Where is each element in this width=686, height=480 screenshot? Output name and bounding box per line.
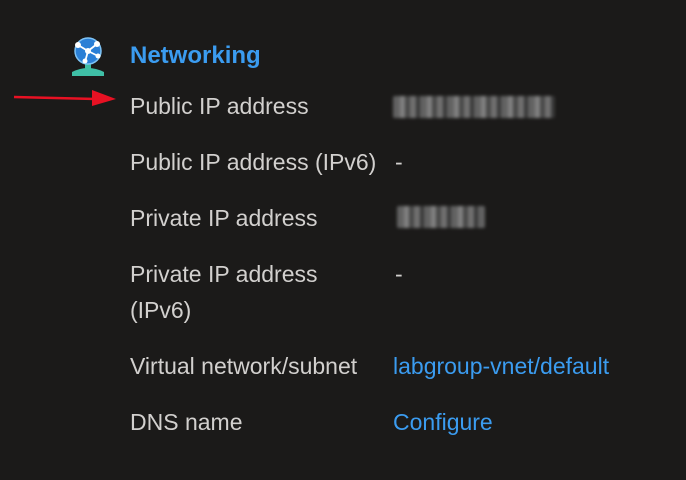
dns-name-label: DNS name: [130, 409, 243, 435]
vnet-subnet-link[interactable]: labgroup-vnet/default: [393, 348, 609, 384]
public-ip-value-redacted: [393, 96, 555, 118]
public-ipv6-value: -: [395, 149, 403, 175]
annotation-arrow-icon: [13, 90, 116, 106]
section-title: Networking: [130, 42, 261, 69]
public-ip-label: Public IP address: [130, 93, 309, 119]
private-ipv6-value: -: [395, 261, 403, 287]
public-ipv6-label: Public IP address (IPv6): [130, 149, 377, 175]
private-ipv6-label: Private IP address (IPv6): [130, 261, 318, 323]
private-ip-label: Private IP address: [130, 205, 318, 231]
private-ip-value-redacted: [397, 206, 485, 228]
section-header: [66, 36, 110, 76]
networking-icon: [72, 37, 104, 76]
vnet-subnet-label: Virtual network/subnet: [130, 353, 358, 379]
dns-configure-link[interactable]: Configure: [393, 404, 493, 440]
